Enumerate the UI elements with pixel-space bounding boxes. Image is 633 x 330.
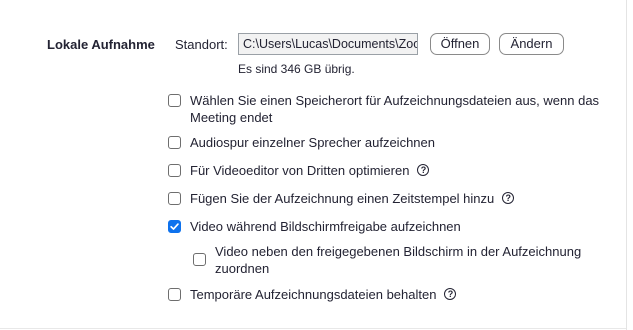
checkbox[interactable] [193,253,206,266]
checkmark-icon [170,223,179,230]
help-icon[interactable]: ? [502,192,515,204]
checkbox[interactable] [168,192,181,205]
option-label: Video neben den freigegebenen Bildschirm… [215,244,582,276]
option-label: Temporäre Aufzeichnungsdateien behalten [190,287,437,302]
help-icon[interactable]: ? [417,164,430,176]
option-optimize-editor[interactable]: Für Videoeditor von Dritten optimieren ? [168,162,430,179]
change-folder-button[interactable]: Ändern [499,33,564,55]
checkbox[interactable] [168,94,181,107]
option-label: Wählen Sie einen Speicherort für Aufzeic… [190,93,600,125]
option-label: Video während Bildschirmfreigabe aufzeic… [190,219,461,234]
window-edge [626,0,627,330]
checkbox[interactable] [168,164,181,177]
checkbox-checked[interactable] [168,220,181,233]
option-label: Fügen Sie der Aufzeichnung einen Zeitste… [190,191,495,206]
help-icon[interactable]: ? [444,288,457,300]
option-keep-temp-files[interactable]: Temporäre Aufzeichnungsdateien behalten … [168,286,457,303]
checkbox[interactable] [168,288,181,301]
option-separate-audio[interactable]: Audiospur einzelner Sprecher aufzeichnen [168,134,435,151]
divider [0,328,626,329]
option-choose-location[interactable]: Wählen Sie einen Speicherort für Aufzeic… [168,92,608,126]
option-video-beside-share[interactable]: Video neben den freigegebenen Bildschirm… [193,243,608,277]
option-label-wrap: Fügen Sie der Aufzeichnung einen Zeitste… [190,190,515,207]
option-timestamp[interactable]: Fügen Sie der Aufzeichnung einen Zeitste… [168,190,515,207]
option-label-wrap: Für Videoeditor von Dritten optimieren ? [190,162,430,179]
option-label: Für Videoeditor von Dritten optimieren [190,163,410,178]
location-label: Standort: [175,37,228,52]
option-record-video-sharing[interactable]: Video während Bildschirmfreigabe aufzeic… [168,218,461,235]
option-label-wrap: Temporäre Aufzeichnungsdateien behalten … [190,286,457,303]
free-space-text: Es sind 346 GB übrig. [238,62,355,76]
option-label: Audiospur einzelner Sprecher aufzeichnen [190,135,435,150]
section-title: Lokale Aufnahme [47,37,155,52]
open-folder-button[interactable]: Öffnen [430,33,490,55]
checkbox[interactable] [168,136,181,149]
location-path-field[interactable]: C:\Users\Lucas\Documents\Zoom [238,33,418,55]
